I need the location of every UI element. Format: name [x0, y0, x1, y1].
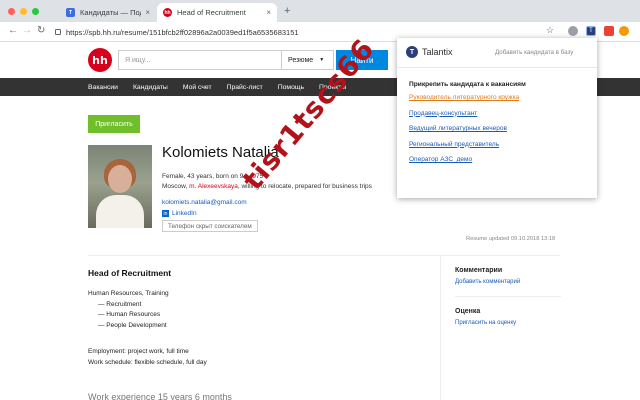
bookmark-star-icon[interactable]: ☆ [546, 25, 554, 36]
talantix-name: Talantix [422, 47, 453, 57]
linkedin-label: LinkedIn [172, 210, 197, 217]
hh-favicon-icon: hh [163, 8, 172, 17]
new-tab-button[interactable]: + [284, 5, 290, 17]
linkedin-icon: in [162, 210, 169, 217]
extension-icon[interactable] [568, 26, 578, 36]
tab-title: Head of Recruitment [177, 8, 246, 17]
invite-button[interactable]: Пригласить [88, 115, 140, 133]
back-icon[interactable]: ← [8, 25, 18, 36]
resume-position: Head of Recruitment [88, 268, 172, 278]
talantix-popup: T Talantix Добавить кандидата в базу При… [397, 38, 597, 198]
nav-item-account[interactable]: Мой счет [183, 84, 212, 91]
tab-candidates[interactable]: T Кандидаты — Подбор персон × [60, 3, 156, 22]
profile-avatar[interactable] [619, 26, 629, 36]
candidate-email-link[interactable]: kolomiets.natalia@gmail.com [162, 199, 247, 206]
maximize-window-button[interactable] [32, 8, 39, 15]
vacancy-link[interactable]: Продавец-консультант [409, 110, 519, 126]
sidebar-divider [455, 296, 561, 297]
linkedin-link[interactable]: in LinkedIn [162, 210, 197, 217]
invite-rating-link[interactable]: Пригласить на оценку [455, 320, 560, 326]
minimize-window-button[interactable] [20, 8, 27, 15]
lock-icon [55, 29, 61, 35]
add-comment-link[interactable]: Добавить комментарий [455, 279, 560, 285]
metro-station: m. Alexeevskaya [189, 183, 238, 190]
address-bar[interactable]: https://spb.hh.ru/resume/151bfcb2ff02896… [55, 25, 525, 39]
tab-head-of-recruitment[interactable]: hh Head of Recruitment × [157, 3, 277, 22]
close-window-button[interactable] [8, 8, 15, 15]
search-input[interactable]: Я ищу... [118, 50, 282, 70]
specialization-item: — People Development [98, 321, 167, 329]
forward-icon[interactable]: → [22, 25, 32, 36]
attach-title: Прикрепить кандидата к вакансиям [409, 81, 526, 88]
url-text: https://spb.hh.ru/resume/151bfcb2ff02896… [66, 27, 299, 37]
vacancy-link[interactable]: Региональный представитель [409, 141, 519, 157]
comments-title: Комментарии [455, 267, 503, 274]
specialization: Human Resources, Training [88, 290, 169, 297]
rating-title: Оценка [455, 308, 481, 315]
vacancy-list: Руководитель литературного кружка Продав… [409, 94, 519, 172]
specialization-list: Human Resources, Training — Recruitment … [88, 289, 169, 331]
work-schedule: Work schedule: flexible schedule, full d… [88, 358, 207, 366]
vacancy-link[interactable]: Оператор АЗС_демо [409, 156, 519, 172]
specialization-item: — Recruitment [98, 300, 142, 308]
nav-item-candidates[interactable]: Кандидаты [133, 84, 168, 91]
vacancy-link[interactable]: Ведущий литературных вечеров [409, 125, 519, 141]
search-type-value: Резюме [288, 56, 314, 64]
nav-item-help[interactable]: Помощь [278, 84, 304, 91]
resume-updated-text: Resume updated 09.10.2018 13:18 [466, 236, 556, 242]
vacancy-link[interactable]: Руководитель литературного кружка [409, 94, 519, 110]
reload-icon[interactable]: ↻ [37, 25, 45, 36]
specialization-item: — Human Resources [98, 311, 161, 318]
employment-type: Employment: project work, full time [88, 348, 189, 355]
talantix-favicon-icon: T [66, 8, 75, 17]
phone-hidden-badge: Телефон скрыт соискателем [162, 220, 258, 232]
candidate-photo [88, 145, 152, 228]
chevron-down-icon: ▼ [319, 57, 325, 63]
nav-item-pricelist[interactable]: Прайс-лист [227, 84, 263, 91]
popup-header: T Talantix Добавить кандидата в базу [397, 38, 597, 68]
close-tab-icon[interactable]: × [266, 8, 271, 17]
talantix-extension-icon[interactable]: T [586, 26, 596, 36]
talantix-logo-icon: T [406, 46, 418, 58]
experience-heading: Work experience 15 years 6 months [88, 392, 232, 400]
tab-strip: T Кандидаты — Подбор персон × hh Head of… [0, 0, 640, 22]
resume-sidebar: Комментарии Добавить комментарий Оценка … [440, 256, 561, 400]
add-candidate-link[interactable]: Добавить кандидата в базу [495, 49, 573, 56]
extension-icon[interactable] [604, 26, 614, 36]
hh-logo[interactable]: hh [88, 48, 112, 72]
tab-title: Кандидаты — Подбор персон [80, 8, 141, 17]
nav-item-vacancies[interactable]: Вакансии [88, 84, 118, 91]
employment-info: Employment: project work, full time Work… [88, 347, 207, 368]
close-tab-icon[interactable]: × [145, 8, 150, 17]
